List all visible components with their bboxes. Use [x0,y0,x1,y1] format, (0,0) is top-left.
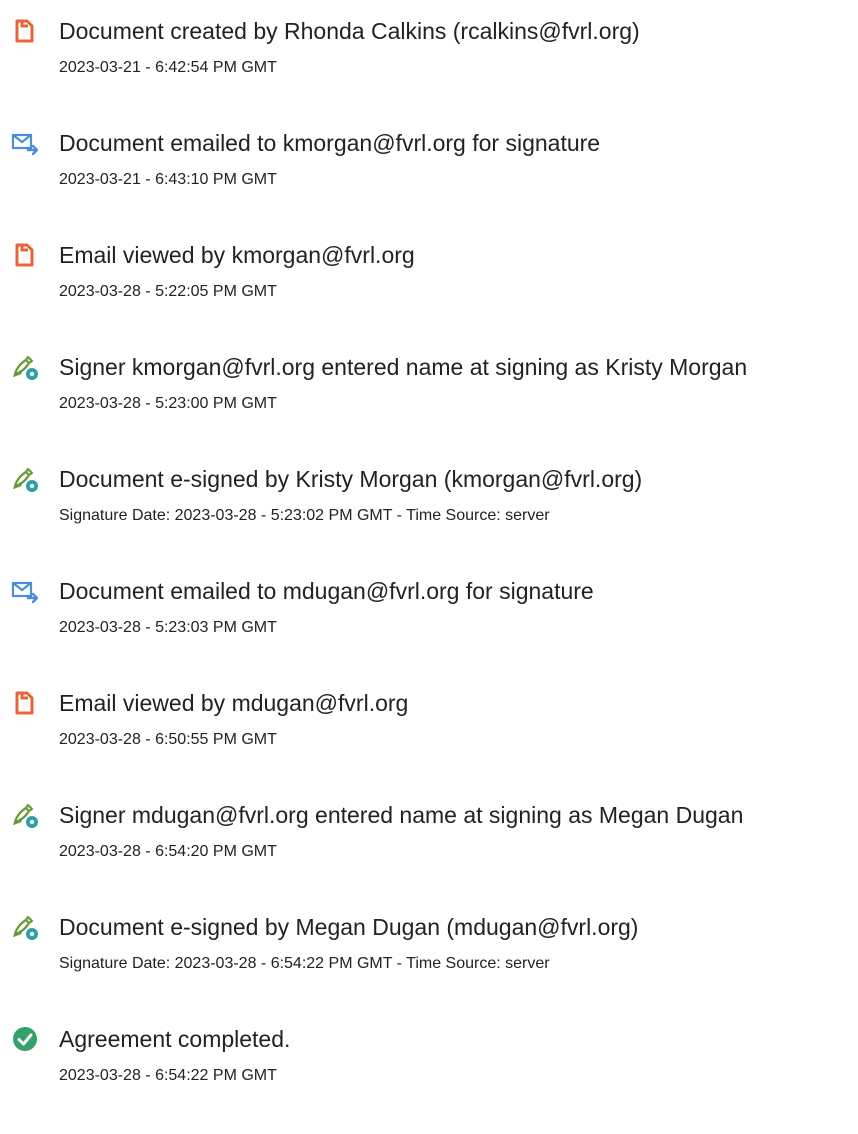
audit-event: Document e-signed by Megan Dugan (mdugan… [0,912,858,1022]
esign-icon [10,800,40,830]
event-timestamp: 2023-03-28 - 5:22:05 PM GMT [59,283,277,300]
document-created-icon [10,16,40,46]
event-title: Document e-signed by Kristy Morgan (kmor… [59,466,643,492]
event-timestamp: 2023-03-28 - 6:50:55 PM GMT [59,731,277,748]
audit-event: Signer mdugan@fvrl.org entered name at s… [0,800,858,910]
event-timestamp: 2023-03-28 - 6:54:22 PM GMT [59,1067,277,1084]
audit-event: Signer kmorgan@fvrl.org entered name at … [0,352,858,462]
event-timestamp: 2023-03-28 - 6:54:20 PM GMT [59,843,277,860]
event-title: Signer kmorgan@fvrl.org entered name at … [59,354,748,380]
audit-event: Email viewed by kmorgan@fvrl.org 2023-03-… [0,240,858,350]
event-title: Document created by Rhonda Calkins (rcal… [59,18,640,44]
event-title: Document emailed to mdugan@fvrl.org for … [59,578,594,604]
event-title: Email viewed by kmorgan@fvrl.org [59,242,415,268]
check-circle-icon [10,1024,40,1054]
audit-event: Agreement completed. 2023-03-28 - 6:54:22… [0,1024,858,1134]
email-sent-icon [10,128,40,158]
esign-icon [10,352,40,382]
event-timestamp: 2023-03-28 - 5:23:00 PM GMT [59,395,277,412]
audit-event: Document e-signed by Kristy Morgan (kmor… [0,464,858,574]
event-title: Email viewed by mdugan@fvrl.org [59,690,409,716]
esign-icon [10,464,40,494]
document-viewed-icon [10,240,40,270]
audit-event: Document created by Rhonda Calkins (rcal… [0,16,858,126]
event-title: Agreement completed. [59,1026,291,1052]
event-title: Document emailed to kmorgan@fvrl.org for… [59,130,601,156]
audit-event: Document emailed to mdugan@fvrl.org for … [0,576,858,686]
event-timestamp: Signature Date: 2023-03-28 - 6:54:22 PM … [59,955,550,972]
esign-icon [10,912,40,942]
event-timestamp: 2023-03-21 - 6:43:10 PM GMT [59,171,277,188]
audit-event: Email viewed by mdugan@fvrl.org 2023-03-2… [0,688,858,798]
event-timestamp: 2023-03-28 - 5:23:03 PM GMT [59,619,277,636]
email-sent-icon [10,576,40,606]
event-title: Signer mdugan@fvrl.org entered name at s… [59,802,744,828]
audit-event: Document emailed to kmorgan@fvrl.org for… [0,128,858,238]
event-title: Document e-signed by Megan Dugan (mdugan… [59,914,639,940]
event-timestamp: 2023-03-21 - 6:42:54 PM GMT [59,59,277,76]
event-timestamp: Signature Date: 2023-03-28 - 5:23:02 PM … [59,507,550,524]
document-viewed-icon [10,688,40,718]
